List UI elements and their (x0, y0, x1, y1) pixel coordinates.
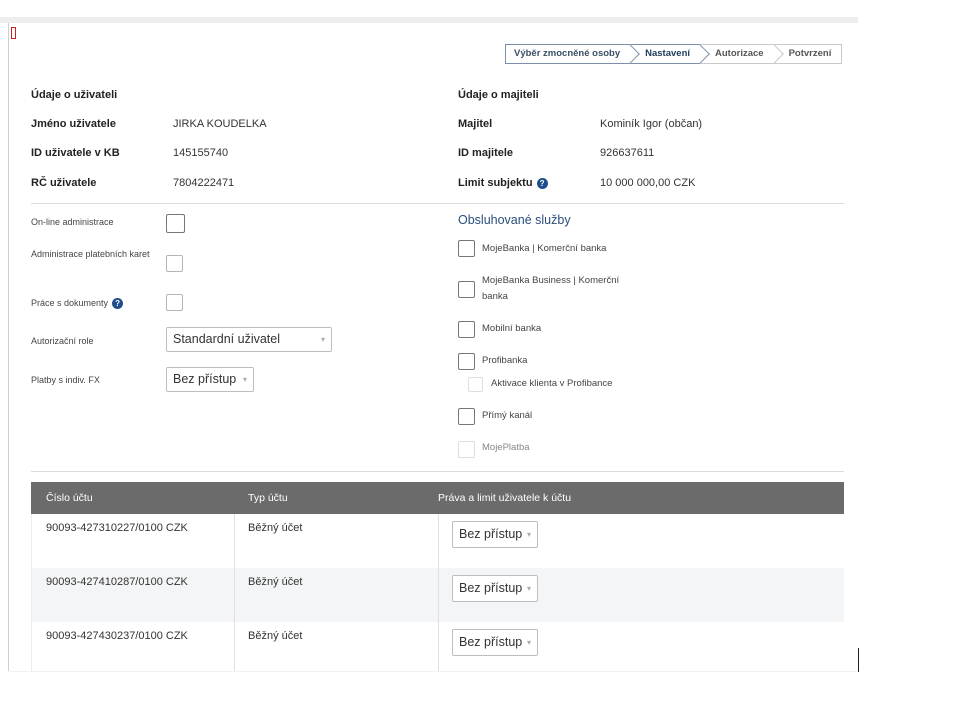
owner-id-label: ID majitele (458, 147, 514, 159)
service-checkbox[interactable] (458, 281, 475, 298)
account-number: 90093-427310227/0100 CZK (46, 522, 188, 534)
divider (31, 471, 844, 472)
fx-payments-select[interactable]: Bez přístup ▾ (166, 367, 254, 392)
text-cursor (858, 648, 859, 672)
owner-label: Majitel (458, 118, 493, 130)
online-admin-label: On-line administrace (31, 217, 114, 227)
documents-text: Práce s dokumenty (31, 298, 109, 308)
error-marker (11, 27, 16, 39)
service-label: MojeBanka | Komerční banka (482, 243, 607, 254)
column-divider (438, 514, 439, 672)
step-confirmation[interactable]: Potvrzení (773, 44, 843, 64)
user-id-value: 145155740 (173, 147, 229, 159)
subject-limit-text: Limit subjektu (458, 177, 533, 189)
help-icon[interactable]: ? (536, 177, 548, 189)
user-name-value: JIRKA KOUDELKA (173, 118, 267, 130)
account-type: Běžný účet (248, 576, 303, 588)
table-header: Číslo účtu Typ účtu Práva a limit uživat… (31, 482, 844, 514)
column-header: Číslo účtu (46, 492, 93, 504)
user-name-label: Jméno uživatele (31, 118, 116, 130)
subject-limit-value: 10 000 000,00 CZK (600, 177, 696, 189)
service-checkbox[interactable] (458, 321, 475, 338)
chevron-down-icon: ▾ (242, 375, 247, 384)
account-rights-value: Bez přístup (459, 581, 523, 595)
account-type: Běžný účet (248, 630, 303, 642)
column-divider (234, 514, 235, 672)
step-settings[interactable]: Nastavení (630, 44, 702, 64)
card-admin-label: Administrace platebních karet (31, 249, 150, 259)
card-admin-checkbox[interactable] (166, 255, 183, 272)
documents-checkbox[interactable] (166, 294, 183, 311)
account-rights-value: Bez přístup (459, 635, 523, 649)
column-header: Typ účtu (248, 492, 288, 504)
help-icon[interactable]: ? (112, 298, 124, 310)
step-label: Autorizace (715, 48, 764, 59)
auth-role-value: Standardní uživatel (173, 332, 281, 346)
wizard-steps: Výběr zmocněné osoby Nastavení Autorizac… (505, 44, 843, 64)
service-checkbox[interactable] (458, 441, 475, 458)
service-checkbox[interactable] (458, 240, 475, 257)
owner-value: Kominík Igor (občan) (600, 118, 703, 130)
step-label: Nastavení (645, 48, 691, 59)
account-number: 90093-427430237/0100 CZK (46, 630, 188, 642)
service-label: MojePlatba (482, 442, 530, 453)
divider (31, 203, 844, 204)
account-rights-select[interactable]: Bez přístup ▾ (452, 521, 538, 548)
left-border (8, 23, 9, 671)
step-select-person[interactable]: Výběr zmocněné osoby (505, 44, 632, 64)
chevron-down-icon: ▾ (526, 638, 531, 647)
documents-label: Práce s dokumenty? (31, 295, 124, 311)
owner-id-value: 926637611 (600, 147, 655, 159)
owner-info-heading: Údaje o majiteli (458, 89, 539, 101)
top-bar (0, 17, 858, 23)
account-type: Běžný účet (248, 522, 303, 534)
user-rc-value: 7804222471 (173, 177, 235, 189)
service-checkbox[interactable] (458, 408, 475, 425)
account-rights-value: Bez přístup (459, 527, 523, 541)
step-label: Výběr zmocněné osoby (514, 48, 621, 59)
subject-limit-label: Limit subjektu? (458, 177, 548, 189)
user-id-label: ID uživatele v KB (31, 147, 120, 159)
online-admin-checkbox[interactable] (166, 214, 185, 233)
service-label: Přímý kanál (482, 410, 533, 421)
column-header: Práva a limit uživatele k účtu (438, 492, 572, 504)
auth-role-select[interactable]: Standardní uživatel ▾ (166, 327, 332, 352)
service-label: Aktivace klienta v Profibance (491, 378, 613, 389)
service-label: Mobilní banka (482, 323, 542, 334)
services-title: Obsluhované služby (458, 213, 571, 227)
step-authorization[interactable]: Autorizace (700, 44, 775, 64)
account-rights-select[interactable]: Bez přístup ▾ (452, 575, 538, 602)
chevron-down-icon: ▾ (526, 584, 531, 593)
auth-role-label: Autorizační role (31, 336, 94, 346)
bottom-border (8, 671, 858, 672)
column-divider (31, 514, 32, 672)
service-label: MojeBanka Business | Komerční banka (482, 275, 620, 302)
chevron-down-icon: ▾ (526, 530, 531, 539)
service-checkbox[interactable] (458, 353, 475, 370)
chevron-down-icon: ▾ (320, 335, 325, 344)
account-rights-select[interactable]: Bez přístup ▾ (452, 629, 538, 656)
user-rc-label: RČ uživatele (31, 177, 97, 189)
service-label: Profibanka (482, 355, 528, 366)
fx-payments-value: Bez přístup (173, 372, 237, 386)
user-info-heading: Údaje o uživateli (31, 89, 118, 101)
step-label: Potvrzení (788, 48, 832, 59)
fx-payments-label: Platby s indiv. FX (31, 375, 100, 385)
service-checkbox[interactable] (468, 377, 483, 392)
account-number: 90093-427410287/0100 CZK (46, 576, 188, 588)
